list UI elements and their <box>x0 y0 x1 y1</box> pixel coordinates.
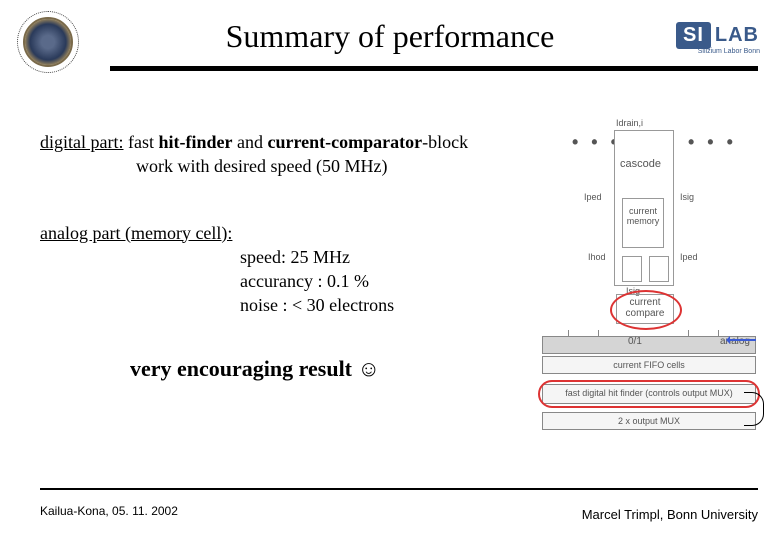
label-isig-right: Isig <box>680 192 694 202</box>
title-rule <box>110 66 758 71</box>
circuit-diagram: • • • • • • Idrain,i cascode current mem… <box>538 130 760 432</box>
isig-box <box>622 256 642 282</box>
silab-subtitle: Silizium Labor Bonn <box>698 48 760 55</box>
label-idrain: Idrain,i <box>616 118 643 128</box>
analog-spec-speed: speed: 25 MHz <box>240 245 530 269</box>
label-iped-right: Iped <box>680 252 698 262</box>
highlight-ring-hitfinder <box>538 380 760 408</box>
analog-spec-accuracy: accurancy : 0.1 % <box>240 269 530 293</box>
slide-title: Summary of performance <box>0 18 780 55</box>
encouraging-result: very encouraging result ☺ <box>40 354 530 384</box>
label-01: 0/1 <box>628 336 642 347</box>
analog-part-label: analog part (memory cell): <box>40 221 530 245</box>
digital-part-line1: digital part: fast hit-finder and curren… <box>40 130 530 154</box>
row-mux: 2 x output MUX <box>542 412 756 430</box>
digital-part-line2: work with desired speed (50 MHz) <box>40 154 530 178</box>
label-ihod: Ihod <box>588 252 606 262</box>
label-iped-left: Iped <box>584 192 602 202</box>
footer-location-date: Kailua-Kona, 05. 11. 2002 <box>40 504 178 518</box>
silab-lab: LAB <box>712 22 762 49</box>
silab-logo: SI LAB <box>676 22 762 49</box>
ihod-box <box>649 256 669 282</box>
body-text: digital part: fast hit-finder and curren… <box>40 130 530 383</box>
analog-part: analog part (memory cell): speed: 25 MHz… <box>40 221 530 318</box>
silab-si: SI <box>676 22 711 49</box>
label-cascode: cascode <box>620 158 661 170</box>
smiley-icon: ☺ <box>358 356 380 381</box>
row-fifo: current FIFO cells <box>542 356 756 374</box>
highlight-ring-compare <box>610 290 682 330</box>
footer-rule <box>40 488 758 490</box>
dots-right: • • • <box>688 132 737 153</box>
analog-spec-noise: noise : < 30 electrons <box>240 293 530 317</box>
digital-part-label: digital part: <box>40 132 123 152</box>
loop-arrow-icon <box>744 392 764 426</box>
current-memory-box: current memory <box>622 198 664 248</box>
footer-author: Marcel Trimpl, Bonn University <box>582 507 758 522</box>
